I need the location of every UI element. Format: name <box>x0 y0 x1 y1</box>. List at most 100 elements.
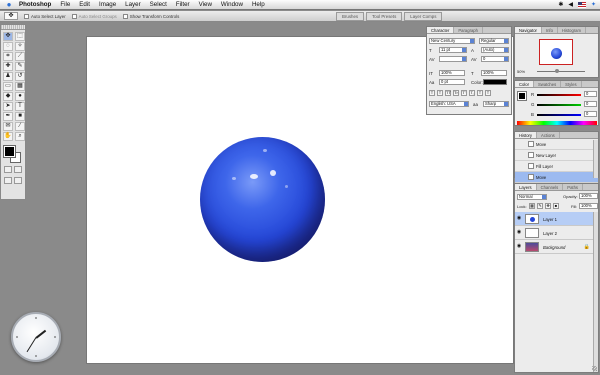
horizontal-scale-field[interactable]: 100% <box>481 70 507 76</box>
hand-tool-button[interactable]: ✋ <box>3 132 13 141</box>
faux-italic-button[interactable]: T <box>437 90 443 96</box>
bluetooth-icon[interactable]: ✱ <box>558 1 563 8</box>
history-brush-tool-button[interactable]: ↺ <box>15 72 25 81</box>
menu-view[interactable]: View <box>199 1 212 8</box>
well-tab-layer-comps[interactable]: Layer Comps <box>404 12 443 21</box>
eraser-tool-button[interactable]: ▭ <box>3 82 13 91</box>
eye-icon[interactable]: ◉ <box>516 243 522 249</box>
full-screen-mode-button[interactable] <box>14 177 22 184</box>
eyedropper-tool-button[interactable]: ⁄ <box>15 122 25 131</box>
desktop-clock-widget[interactable] <box>11 312 61 362</box>
subscript-button[interactable]: T, <box>469 90 475 96</box>
auto-select-layer-option[interactable]: Auto Select Layer <box>24 13 66 19</box>
language-select[interactable]: English: USA <box>429 101 469 107</box>
blue-channel-slider[interactable] <box>537 114 581 116</box>
dodge-tool-button[interactable]: ● <box>15 92 25 101</box>
color-panel-foreground-swatch[interactable] <box>517 91 527 101</box>
tab-info[interactable]: Info <box>542 27 558 33</box>
show-transform-controls-checkbox[interactable] <box>122 13 128 19</box>
layer-name[interactable]: Layer 2 <box>543 231 557 236</box>
lock-position-icon[interactable]: ✥ <box>545 203 551 209</box>
auto-select-groups-checkbox[interactable] <box>71 13 77 19</box>
history-scrollbar[interactable] <box>593 140 598 178</box>
menu-select[interactable]: Select <box>150 1 167 8</box>
tab-layers[interactable]: Layers <box>515 184 537 190</box>
eye-icon[interactable]: ◉ <box>516 215 522 221</box>
apple-menu-icon[interactable]: ● <box>5 0 13 9</box>
move-tool-button[interactable]: ✥ <box>3 32 13 41</box>
lock-image-icon[interactable]: ✎ <box>537 203 543 209</box>
well-tab-tool-presets[interactable]: Tool Presets <box>366 12 403 21</box>
menu-layer[interactable]: Layer <box>125 1 140 8</box>
auto-select-layer-checkbox[interactable] <box>24 13 29 19</box>
layer-row-layer-2[interactable]: ◉ Layer 2 <box>515 226 594 240</box>
strikethrough-button[interactable]: T <box>485 90 491 96</box>
marquee-tool-button[interactable]: ⬚ <box>15 32 25 41</box>
well-tab-brushes[interactable]: Brushes <box>336 12 365 21</box>
navigator-zoom-slider[interactable] <box>537 71 585 72</box>
history-step[interactable]: Move <box>515 139 598 150</box>
small-caps-button[interactable]: Tr <box>453 90 459 96</box>
font-family-select[interactable]: New Century <box>429 38 475 44</box>
zoom-tool-button[interactable]: ⌕ <box>15 132 25 141</box>
blue-channel-field[interactable]: 0 <box>584 111 597 117</box>
slice-tool-button[interactable]: ⟋ <box>15 52 25 61</box>
lasso-tool-button[interactable]: ◌ <box>3 42 13 51</box>
baseline-shift-field[interactable]: 0 pt <box>439 79 465 85</box>
tab-actions[interactable]: Actions <box>537 132 560 138</box>
history-step[interactable]: Fill Layer <box>515 161 598 172</box>
crop-tool-button[interactable]: ⌗ <box>3 52 13 61</box>
quick-mask-mode-button[interactable] <box>14 166 22 173</box>
tab-navigator[interactable]: Navigator <box>515 27 542 33</box>
navigator-zoom-handle[interactable] <box>555 69 559 73</box>
input-menu-flag-icon[interactable] <box>577 1 586 8</box>
eye-icon[interactable]: ◉ <box>516 229 522 235</box>
auto-select-groups-option[interactable]: Auto Select Groups <box>71 13 117 19</box>
menu-window[interactable]: Window <box>221 1 243 8</box>
all-caps-button[interactable]: TT <box>445 90 451 96</box>
leading-field[interactable]: (Auto) <box>481 47 509 53</box>
color-spectrum-bar[interactable] <box>517 121 597 125</box>
resize-grip-icon[interactable] <box>592 366 597 371</box>
standard-mode-button[interactable] <box>4 166 12 173</box>
tab-channels[interactable]: Channels <box>537 184 564 190</box>
menu-app-name[interactable]: Photoshop <box>19 1 51 8</box>
lock-all-icon[interactable]: ■ <box>553 203 559 209</box>
text-color-swatch[interactable] <box>483 79 507 85</box>
layers-scrollbar[interactable] <box>593 212 598 372</box>
antialias-select[interactable]: Sharp <box>483 101 509 107</box>
layer-row-background[interactable]: ◉ Background 🔒 <box>515 240 594 254</box>
history-step[interactable]: New Layer <box>515 150 598 161</box>
healing-brush-tool-button[interactable]: ✚ <box>3 62 13 71</box>
red-channel-slider[interactable] <box>537 94 581 96</box>
brush-tool-button[interactable]: ✎ <box>15 62 25 71</box>
layer-name[interactable]: Background <box>543 245 565 250</box>
shape-tool-button[interactable]: ■ <box>15 112 25 121</box>
tab-paths[interactable]: Paths <box>563 184 583 190</box>
blur-tool-button[interactable]: ◆ <box>3 92 13 101</box>
navigator-zoom-value[interactable]: 50% <box>517 69 525 74</box>
spotlight-icon[interactable]: ✦ <box>591 1 596 8</box>
green-channel-slider[interactable] <box>537 104 581 106</box>
tracking-field[interactable]: 0 <box>481 56 509 62</box>
faux-bold-button[interactable]: T <box>429 90 435 96</box>
show-transform-controls-option[interactable]: Show Transform Controls <box>122 13 179 19</box>
pen-tool-button[interactable]: ✒ <box>3 112 13 121</box>
navigator-view-box[interactable] <box>539 39 573 65</box>
type-tool-button[interactable]: T <box>15 102 25 111</box>
history-step-selected[interactable]: Move <box>515 172 598 183</box>
layer-row-layer-1[interactable]: ◉ Layer 1 <box>515 212 594 226</box>
font-size-field[interactable]: 11 pt <box>439 47 467 53</box>
path-selection-tool-button[interactable]: ➤ <box>3 102 13 111</box>
tab-history[interactable]: History <box>515 132 538 138</box>
magic-wand-tool-button[interactable]: ✧ <box>15 42 25 51</box>
foreground-color-swatch[interactable] <box>3 145 16 158</box>
kerning-field[interactable] <box>439 56 467 62</box>
tab-histogram[interactable]: Histogram <box>558 27 587 33</box>
font-style-select[interactable]: Regular <box>479 38 509 44</box>
lock-transparency-icon[interactable]: ▦ <box>529 203 535 209</box>
menu-file[interactable]: File <box>60 1 70 8</box>
tab-swatches[interactable]: Swatches <box>534 81 562 87</box>
standard-screen-mode-button[interactable] <box>4 177 12 184</box>
blend-mode-select[interactable]: Normal <box>517 194 547 200</box>
